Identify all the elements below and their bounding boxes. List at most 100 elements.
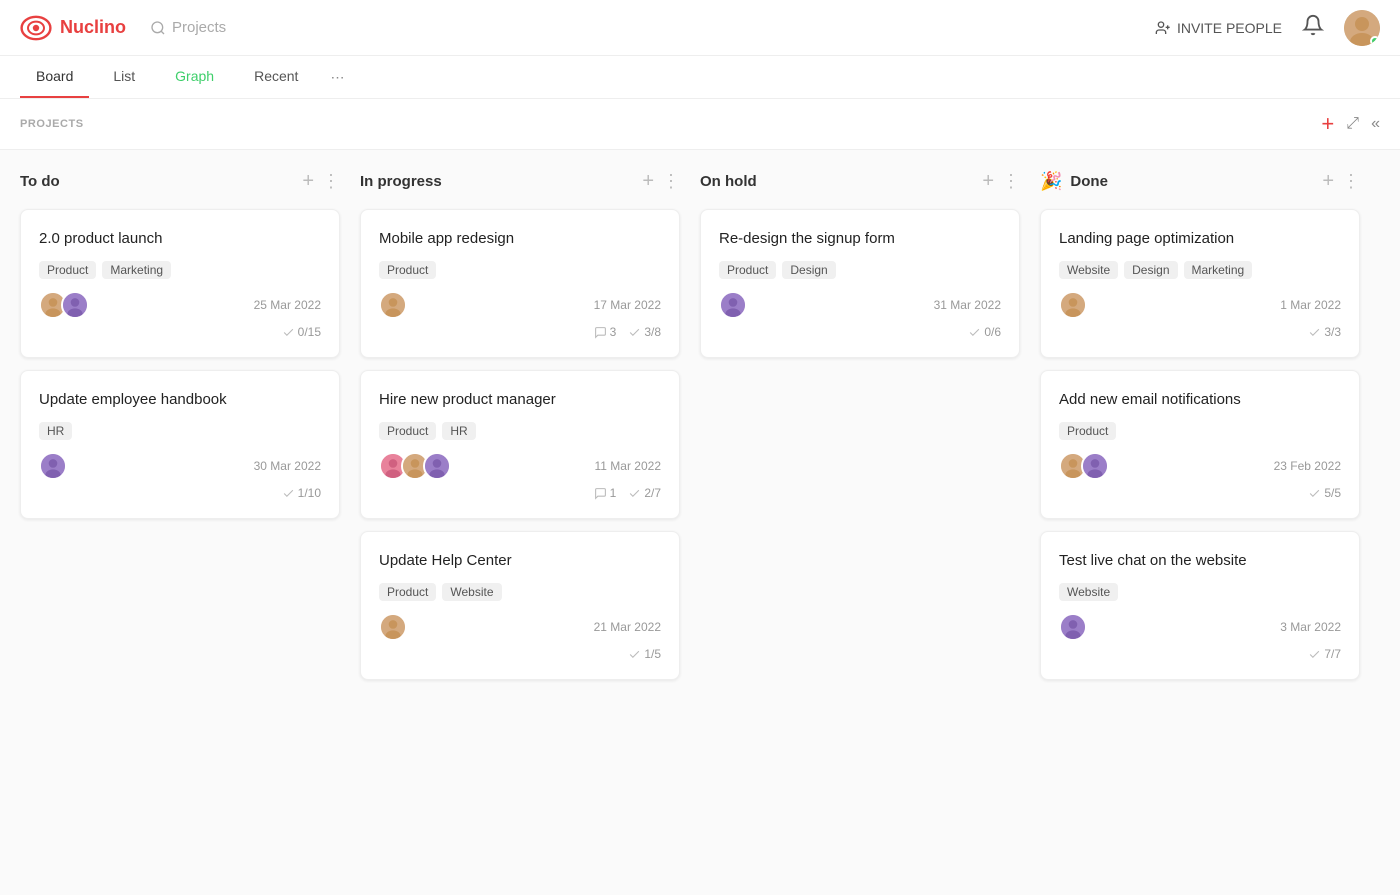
card-meta: 1/10 (39, 486, 321, 500)
notifications-bell[interactable] (1302, 14, 1324, 42)
card-title: Re-design the signup form (719, 228, 1001, 249)
card-tags: Product (1059, 422, 1341, 440)
column-todo: To do+⋮2.0 product launchProductMarketin… (20, 170, 340, 875)
logo[interactable]: Nuclino (20, 12, 126, 44)
tab-board[interactable]: Board (20, 56, 89, 98)
column-header: To do+⋮ (20, 170, 340, 193)
card-tag: Product (719, 261, 776, 279)
card-tag: Website (1059, 583, 1118, 601)
card-tag: Product (379, 261, 436, 279)
card-meta: 3 3/8 (379, 325, 661, 339)
kanban-card[interactable]: Update employee handbookHR30 Mar 2022 1/… (20, 370, 340, 519)
kanban-card[interactable]: Re-design the signup formProductDesign31… (700, 209, 1020, 358)
tab-more-button[interactable]: ⋯ (322, 57, 352, 98)
card-date: 30 Mar 2022 (254, 459, 321, 473)
projects-bar: PROJECTS + ⤢ « (0, 99, 1400, 150)
card-tag: Website (1059, 261, 1118, 279)
card-tags: Product Website (379, 583, 661, 601)
tab-graph[interactable]: Graph (159, 56, 230, 98)
column-title: In progress (360, 173, 634, 190)
card-date: 21 Mar 2022 (594, 620, 661, 634)
kanban-card[interactable]: 2.0 product launch Product Marketing 25 Mar… (20, 209, 340, 358)
column-icon: 🎉 (1040, 171, 1062, 192)
card-comment-count: 3 (594, 325, 617, 339)
column-menu-button[interactable]: ⋮ (1342, 171, 1360, 192)
collapse-icon[interactable]: « (1371, 115, 1380, 133)
column-menu-button[interactable]: ⋮ (662, 171, 680, 192)
column-add-button[interactable]: + (982, 170, 994, 193)
card-date: 25 Mar 2022 (254, 298, 321, 312)
card-title: Add new email notifications (1059, 389, 1341, 410)
card-title: 2.0 product launch (39, 228, 321, 249)
kanban-card[interactable]: Test live chat on the websiteWebsite3 Ma… (1040, 531, 1360, 680)
online-indicator (1370, 36, 1380, 46)
card-avatar-group (719, 291, 741, 319)
card-avatar (423, 452, 451, 480)
card-avatar-group (1059, 452, 1103, 480)
column-menu-button[interactable]: ⋮ (1002, 171, 1020, 192)
card-check-count: 1/5 (628, 647, 661, 661)
column-header: In progress + ⋮ (360, 170, 680, 193)
card-check-count: 3/3 (1308, 325, 1341, 339)
header-right: INVITE PEOPLE (1155, 10, 1380, 46)
kanban-card[interactable]: Update Help Center Product Website 21 Mar 2… (360, 531, 680, 680)
card-tag: Product (39, 261, 96, 279)
card-tag: HR (39, 422, 72, 440)
card-tag: Product (1059, 422, 1116, 440)
column-add-button[interactable]: + (302, 170, 314, 193)
kanban-card[interactable]: Hire new product managerProductHR11 Mar … (360, 370, 680, 519)
card-tag: Product (379, 583, 436, 601)
projects-actions: + ⤢ « (1321, 111, 1380, 137)
card-avatar-group (1059, 291, 1081, 319)
kanban-card[interactable]: Mobile app redesignProduct17 Mar 2022 3 … (360, 209, 680, 358)
card-tag: Marketing (102, 261, 171, 279)
invite-label: INVITE PEOPLE (1177, 20, 1282, 36)
column-menu-button[interactable]: ⋮ (322, 171, 340, 192)
add-person-icon (1155, 20, 1171, 36)
card-tag: Website (442, 583, 501, 601)
column-add-button[interactable]: + (642, 170, 654, 193)
kanban-card[interactable]: Landing page optimizationWebsiteDesignMa… (1040, 209, 1360, 358)
column-add-button[interactable]: + (1322, 170, 1334, 193)
card-footer: 1 Mar 2022 (1059, 291, 1341, 319)
expand-icon[interactable]: ⤢ (1346, 115, 1359, 133)
card-avatar (39, 452, 67, 480)
user-avatar[interactable] (1344, 10, 1380, 46)
card-footer: 25 Mar 2022 (39, 291, 321, 319)
card-meta: 7/7 (1059, 647, 1341, 661)
card-meta: 1 2/7 (379, 486, 661, 500)
card-footer: 11 Mar 2022 (379, 452, 661, 480)
card-date: 23 Feb 2022 (1274, 459, 1341, 473)
card-tags: Product (379, 261, 661, 279)
card-tags: ProductDesign (719, 261, 1001, 279)
card-footer: 17 Mar 2022 (379, 291, 661, 319)
card-avatar (1059, 291, 1087, 319)
search-icon (150, 20, 166, 36)
card-avatar (1059, 613, 1087, 641)
column-header: On hold + ⋮ (700, 170, 1020, 193)
card-title: Update Help Center (379, 550, 661, 571)
card-footer: 3 Mar 2022 (1059, 613, 1341, 641)
column-header: 🎉Done+⋮ (1040, 170, 1360, 193)
tab-list[interactable]: List (97, 56, 151, 98)
card-avatar (61, 291, 89, 319)
card-avatar-group (39, 291, 83, 319)
card-check-count: 1/10 (282, 486, 321, 500)
card-check-count: 3/8 (628, 325, 661, 339)
kanban-card[interactable]: Add new email notifications Product 23 Feb… (1040, 370, 1360, 519)
tab-recent[interactable]: Recent (238, 56, 314, 98)
card-title: Landing page optimization (1059, 228, 1341, 249)
logo-icon (20, 12, 52, 44)
column-title: On hold (700, 173, 974, 190)
card-title: Hire new product manager (379, 389, 661, 410)
card-meta: 1/5 (379, 647, 661, 661)
add-project-button[interactable]: + (1321, 111, 1334, 137)
search-bar[interactable]: Projects (150, 19, 226, 36)
card-footer: 23 Feb 2022 (1059, 452, 1341, 480)
card-check-count: 0/6 (968, 325, 1001, 339)
card-avatar-group (1059, 613, 1081, 641)
invite-button[interactable]: INVITE PEOPLE (1155, 20, 1282, 36)
card-avatar-group (39, 452, 61, 480)
search-placeholder: Projects (172, 19, 226, 36)
card-meta: 3/3 (1059, 325, 1341, 339)
